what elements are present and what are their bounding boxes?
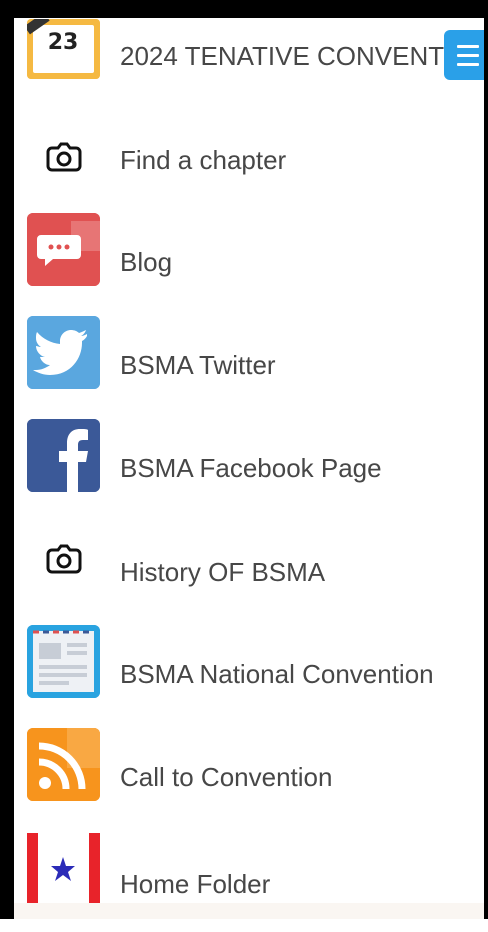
device-frame-left (0, 0, 14, 919)
menu-item-label: BSMA Facebook Page (120, 453, 382, 483)
menu-item-label: Find a chapter (120, 145, 287, 175)
calendar-icon: 23 (27, 19, 100, 79)
hamburger-menu-icon[interactable] (444, 30, 488, 80)
menu-item-blog[interactable]: Blog (14, 211, 484, 314)
menu-item-label: BSMA National Convention (120, 659, 434, 689)
menu-item-label: Blog (120, 247, 173, 277)
menu-item-history-of-bsma[interactable]: History OF BSMA (14, 520, 484, 623)
flag-icon (27, 833, 100, 906)
menu-item-2024-convention[interactable]: 23 2024 TENATIVE CONVENT (14, 5, 484, 108)
menu-item-label: BSMA Twitter (120, 350, 276, 380)
menu-item-bsma-twitter[interactable]: BSMA Twitter (14, 314, 484, 417)
menu-item-bsma-facebook[interactable]: BSMA Facebook Page (14, 417, 484, 520)
bottom-strip (14, 903, 484, 919)
camera-icon (27, 120, 100, 193)
camera-icon (27, 522, 100, 595)
menu-item-label: History OF BSMA (120, 557, 326, 587)
device-frame-right (484, 0, 488, 919)
twitter-icon (27, 316, 100, 389)
menu-item-label: Home Folder (120, 869, 271, 899)
facebook-icon (27, 419, 100, 492)
menu-item-label: 2024 TENATIVE CONVENT (120, 41, 445, 71)
menu-item-find-a-chapter[interactable]: Find a chapter (14, 108, 484, 211)
calendar-badge: 23 (48, 30, 79, 55)
chat-bubble-icon (27, 213, 100, 286)
menu-item-bsma-national-convention[interactable]: BSMA National Convention (14, 623, 484, 726)
rss-icon (27, 728, 100, 801)
menu-item-call-to-convention[interactable]: Call to Convention (14, 726, 484, 829)
envelope-letter-icon (27, 625, 100, 698)
menu-item-label: Call to Convention (120, 762, 333, 792)
